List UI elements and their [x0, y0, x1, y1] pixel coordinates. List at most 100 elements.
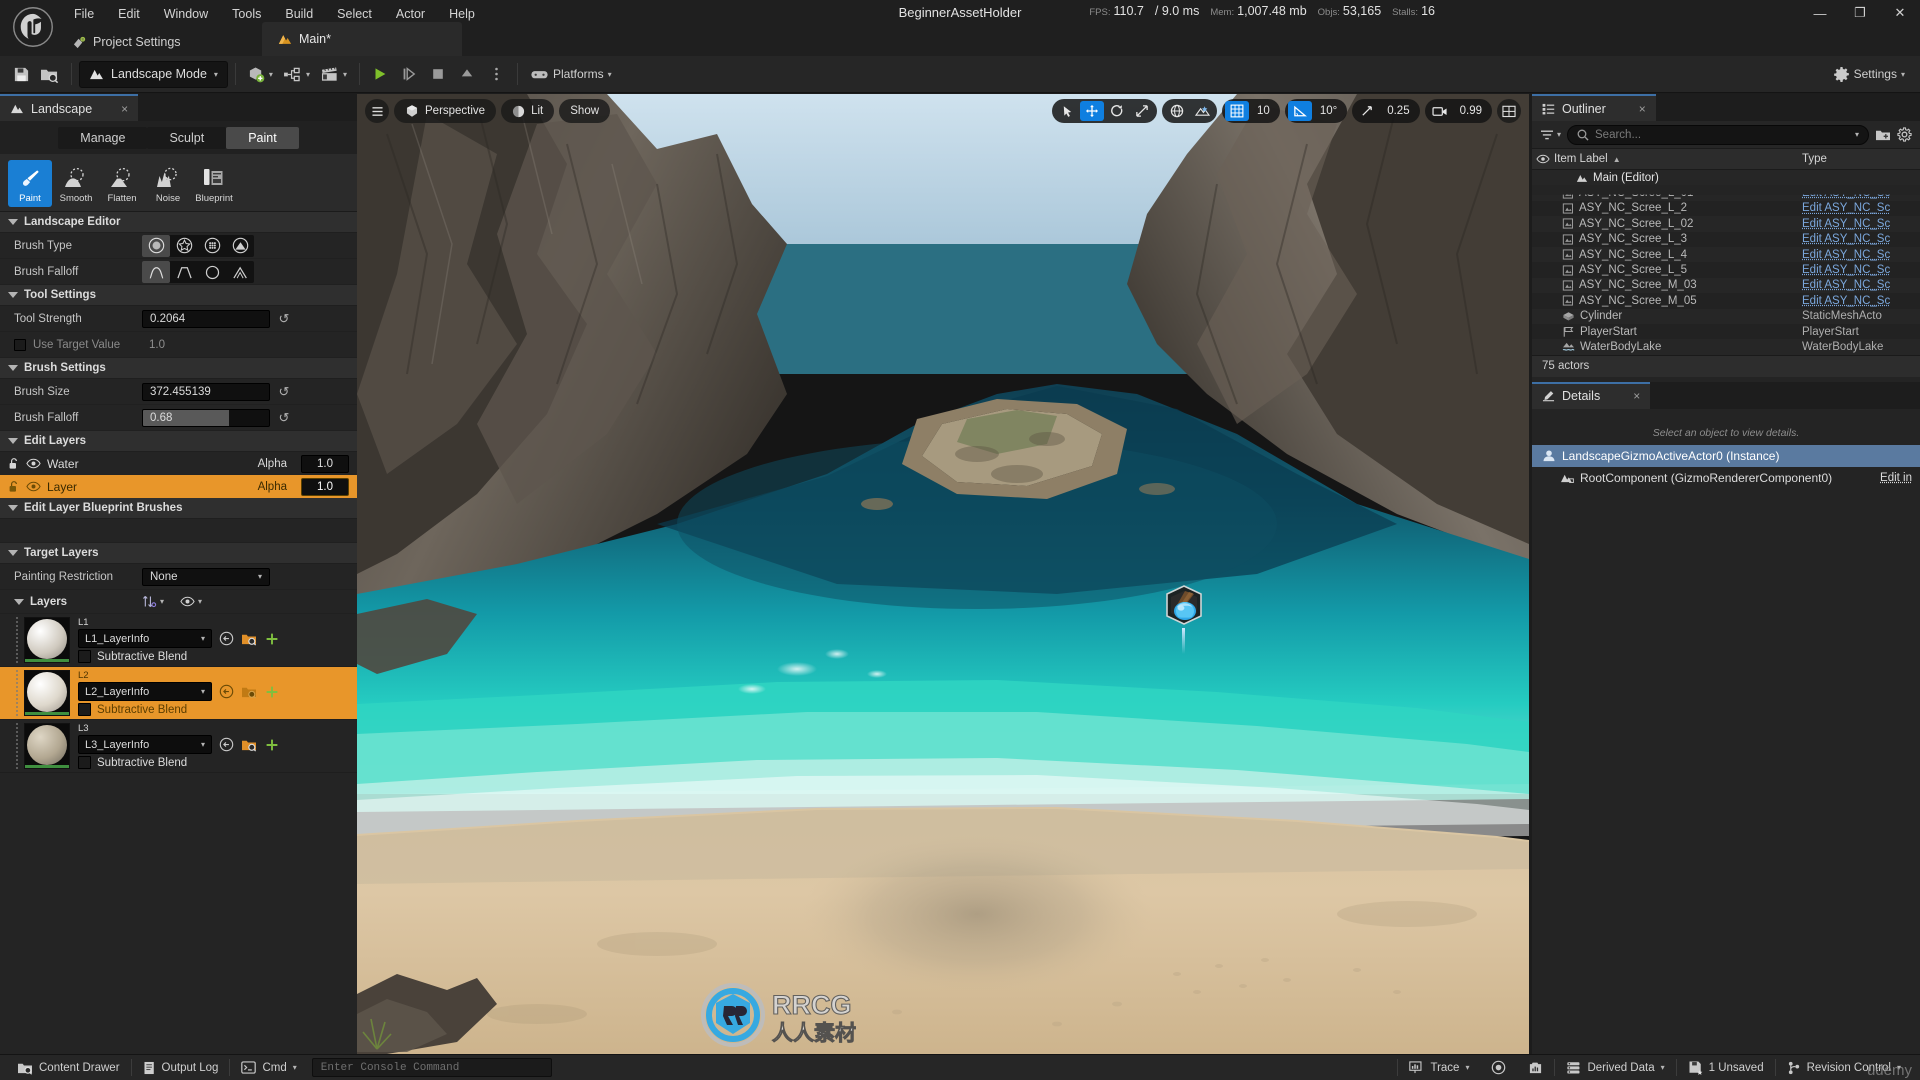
layer-thumbnail[interactable] — [24, 670, 70, 716]
output-log-button[interactable]: Output Log — [132, 1057, 230, 1079]
brush-type-gizmo[interactable] — [226, 235, 254, 257]
section-edit-layer-bp-brushes[interactable]: Edit Layer Blueprint Brushes — [0, 498, 357, 519]
outliner-search-input[interactable]: Search... ▾ — [1567, 124, 1869, 145]
use-target-value-input[interactable]: 1.0 — [142, 336, 270, 354]
reset-tool-strength-icon[interactable]: ↺ — [274, 311, 294, 327]
column-type[interactable]: Type — [1802, 153, 1920, 165]
landscape-gizmo[interactable] — [1163, 584, 1205, 654]
unlock-icon[interactable] — [8, 480, 20, 493]
tool-flatten[interactable]: Flatten — [100, 160, 144, 207]
stop-button[interactable] — [425, 61, 452, 88]
viewport-options-menu[interactable] — [365, 99, 389, 123]
console-command-input[interactable]: Enter Console Command — [311, 1058, 552, 1077]
outliner-row[interactable]: ASY_NC_Scree_L_2 Edit ASY_NC_Sc — [1532, 200, 1920, 217]
layer-browse-icon[interactable] — [240, 685, 258, 699]
chevron-down-icon[interactable]: ▾ — [1855, 130, 1859, 139]
outliner-item-type[interactable]: Edit ASY_NC_Sc — [1802, 295, 1920, 307]
close-icon[interactable]: × — [1633, 389, 1640, 403]
section-target-layers[interactable]: Target Layers — [0, 543, 357, 564]
layers-visibility-button[interactable]: ▾ — [180, 596, 202, 607]
maximize-icon[interactable]: ❐ — [1840, 0, 1880, 26]
content-drawer-button[interactable]: Content Drawer — [6, 1057, 131, 1079]
viewport-show-menu[interactable]: Show — [559, 99, 611, 123]
settings-button[interactable]: Settings ▾ — [1828, 61, 1910, 88]
eject-button[interactable] — [454, 61, 481, 88]
subtractive-blend-checkbox-l3[interactable] — [78, 756, 91, 769]
add-content-button[interactable]: ▾ — [243, 61, 278, 88]
viewport-layout-icon[interactable] — [1497, 99, 1521, 123]
unlock-icon[interactable] — [8, 457, 20, 470]
section-edit-layers[interactable]: Edit Layers — [0, 431, 357, 452]
cinematics-button[interactable]: ▾ — [315, 61, 352, 88]
outliner-row[interactable]: ASY_NC_Scree_M_05 Edit ASY_NC_Sc — [1532, 293, 1920, 309]
target-layer-item-l3[interactable]: L3 L3_LayerInfo ▾ Subtractive Blend — [0, 720, 357, 773]
column-item-label[interactable]: Item Label ▲ — [1554, 153, 1802, 165]
visibility-column-icon[interactable] — [1532, 154, 1554, 164]
falloff-smooth[interactable] — [142, 260, 170, 283]
outliner-row[interactable]: ASY_NC_Scree_L_3 Edit ASY_NC_Sc — [1532, 231, 1920, 247]
browse-button[interactable] — [35, 61, 64, 88]
outliner-item-type[interactable]: Edit ASY_NC_Sc — [1802, 195, 1920, 199]
editor-mode-selector[interactable]: Landscape Mode ▾ — [79, 60, 228, 88]
target-layer-item-l2[interactable]: L2 L2_LayerInfo ▾ Subtractive Blend — [0, 667, 357, 720]
outliner-tree[interactable]: Main (Editor) ASY_NC_Scree_L_01 Edit ASY_… — [1532, 170, 1920, 355]
outliner-row[interactable]: ASY_NC_Scree_L_01 Edit ASY_NC_Sc — [1532, 194, 1920, 201]
tab-paint[interactable]: Paint — [226, 126, 299, 149]
viewport-camera-mode[interactable]: Perspective — [394, 99, 497, 123]
trace-button[interactable]: Trace ▾ — [1398, 1057, 1480, 1079]
scale-snap-value[interactable]: 0.25 — [1380, 105, 1416, 117]
brush-falloff-slider[interactable]: 0.68 — [142, 408, 270, 427]
viewport-view-mode[interactable]: Lit — [501, 99, 555, 123]
tab-main-level[interactable]: Main* — [262, 22, 347, 56]
outliner-row[interactable]: WaterBodyLake WaterBodyLake — [1532, 339, 1920, 355]
brush-type-component[interactable] — [198, 235, 226, 257]
move-tool-icon[interactable] — [1080, 101, 1105, 121]
layer-reimport-icon[interactable] — [217, 684, 235, 699]
outliner-filter-button[interactable]: ▾ — [1540, 129, 1561, 141]
layer-thumbnail[interactable] — [24, 723, 70, 769]
menu-file[interactable]: File — [62, 0, 106, 28]
save-button[interactable] — [8, 61, 35, 88]
target-layer-item-l1[interactable]: L1 L1_LayerInfo ▾ Subtractive Blend — [0, 614, 357, 667]
layers-sort-button[interactable]: ▾ — [142, 595, 164, 608]
layer-browse-icon[interactable] — [240, 632, 258, 646]
layer-add-icon[interactable] — [263, 632, 281, 646]
close-icon[interactable]: ✕ — [1880, 0, 1920, 26]
layer-thumbnail[interactable] — [24, 617, 70, 663]
outliner-item-type[interactable]: Edit ASY_NC_Sc — [1802, 233, 1920, 245]
tool-noise[interactable]: Noise — [146, 160, 190, 207]
camera-speed-value[interactable]: 0.99 — [1453, 105, 1489, 117]
falloff-linear[interactable] — [170, 261, 198, 283]
edit-layer-water[interactable]: Water Alpha 1.0 — [0, 452, 357, 475]
menu-edit[interactable]: Edit — [106, 0, 152, 28]
outliner-item-type[interactable]: Edit ASY_NC_Sc — [1802, 279, 1920, 291]
camera-icon[interactable] — [1428, 101, 1452, 121]
subtractive-blend-checkbox-l2[interactable] — [78, 703, 91, 716]
tab-manage[interactable]: Manage — [58, 126, 148, 149]
outliner-row[interactable]: Cylinder StaticMeshActo — [1532, 308, 1920, 324]
cmd-button[interactable]: Cmd ▾ — [230, 1057, 307, 1079]
play-more-button[interactable] — [483, 61, 510, 88]
close-icon[interactable]: × — [1639, 102, 1646, 116]
outliner-row[interactable]: ASY_NC_Scree_M_03 Edit ASY_NC_Sc — [1532, 277, 1920, 294]
edit-layer-water-alpha-input[interactable]: 1.0 — [301, 454, 349, 473]
angle-snap-value[interactable]: 10° — [1313, 105, 1344, 117]
grid-snap-icon[interactable] — [1225, 101, 1250, 121]
tab-outliner[interactable]: Outliner × — [1532, 94, 1656, 121]
details-selected-actor-row[interactable]: LandscapeGizmoActiveActor0 (Instance) — [1532, 444, 1920, 467]
scale-tool-icon[interactable] — [1130, 101, 1154, 121]
layer-browse-icon[interactable] — [240, 738, 258, 752]
use-target-value-checkbox[interactable] — [14, 338, 26, 351]
brush-size-input[interactable]: 372.455139 — [142, 382, 270, 401]
new-folder-icon[interactable] — [1875, 128, 1891, 142]
section-brush-settings[interactable]: Brush Settings — [0, 358, 357, 379]
profiler-record-button[interactable] — [1480, 1057, 1517, 1079]
drag-handle[interactable] — [14, 670, 21, 716]
blueprints-button[interactable]: ▾ — [278, 61, 315, 88]
edit-layer-layer[interactable]: Layer Alpha 1.0 — [0, 475, 357, 498]
world-space-icon[interactable] — [1165, 101, 1189, 121]
viewport-scene[interactable] — [357, 94, 1529, 1054]
project-settings-button[interactable]: Project Settings — [62, 28, 191, 56]
platforms-button[interactable]: Platforms ▾ — [525, 61, 617, 88]
level-viewport[interactable]: Perspective Lit Show 10 10° 0.25 0.99 RR… — [357, 94, 1529, 1054]
